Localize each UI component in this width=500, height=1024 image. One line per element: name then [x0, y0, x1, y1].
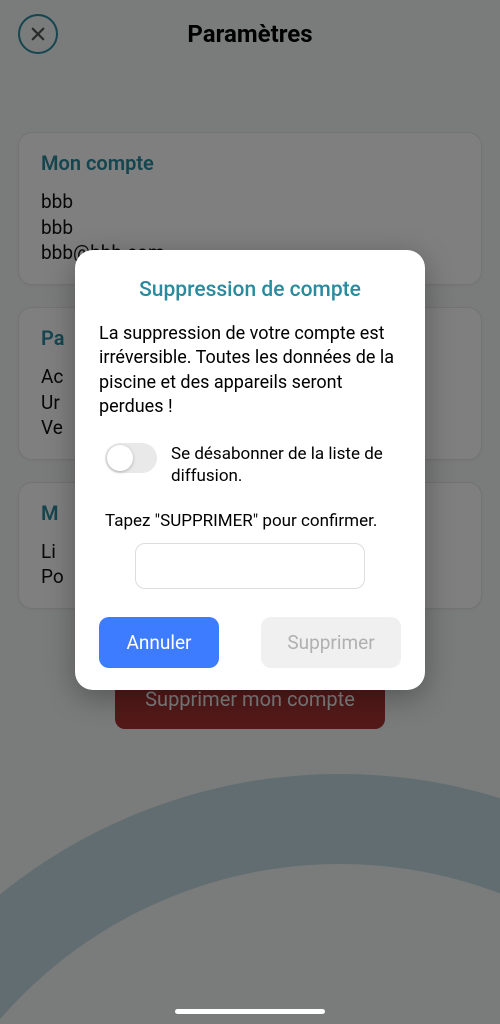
unsubscribe-toggle[interactable]: [105, 443, 157, 473]
confirm-delete-button[interactable]: Supprimer: [261, 617, 401, 668]
delete-account-modal: Suppression de compte La suppression de …: [75, 250, 425, 690]
confirm-prompt-label: Tapez "SUPPRIMER" pour confirmer.: [99, 511, 401, 531]
cancel-button[interactable]: Annuler: [99, 617, 219, 668]
home-indicator: [175, 1009, 325, 1014]
modal-title: Suppression de compte: [99, 278, 401, 302]
unsubscribe-toggle-label: Se désabonner de la liste de diffusion.: [171, 443, 401, 487]
confirm-input[interactable]: [135, 543, 365, 589]
toggle-knob: [107, 445, 133, 471]
modal-body-text: La suppression de votre compte est irrév…: [99, 322, 401, 419]
